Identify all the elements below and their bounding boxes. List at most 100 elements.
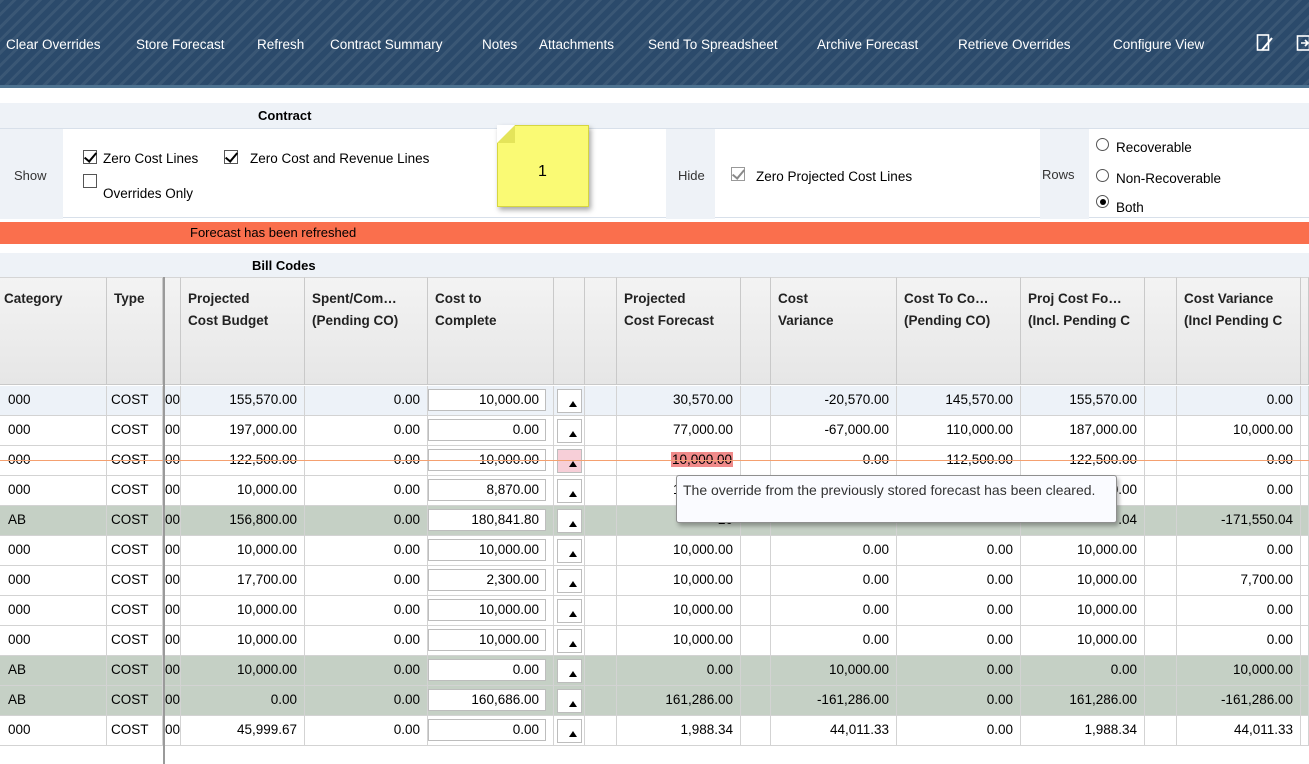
- column-header-blank-2[interactable]: [741, 277, 771, 385]
- cell-cost-to-complete[interactable]: 0.00: [428, 416, 554, 446]
- column-header-projected-cost-budget[interactable]: Projected Cost Budget: [181, 277, 305, 385]
- cell-cost-to-complete[interactable]: 0.00: [428, 716, 554, 746]
- column-header-blank-3[interactable]: [1145, 277, 1177, 385]
- column-header-blank-1[interactable]: [585, 277, 617, 385]
- configure-view-button[interactable]: Configure View: [1113, 37, 1204, 52]
- override-toggle-button[interactable]: [554, 626, 585, 656]
- table-row[interactable]: 000 COST 00 17,700.00 0.00 2,300.00 10,000.00 0…: [0, 566, 1309, 596]
- zero-cost-revenue-lines-checkbox[interactable]: [224, 150, 238, 164]
- zero-projected-cost-lines-checkbox[interactable]: [731, 167, 745, 181]
- override-toggle-button[interactable]: [554, 386, 585, 416]
- hide-label-box: Hide: [666, 129, 715, 219]
- table-row[interactable]: 000 COST 00 10,000.00 0.00 10,000.00 10,000.00…: [0, 536, 1309, 566]
- cell-cost-to-complete[interactable]: 10,000.00: [428, 536, 554, 566]
- cost-to-complete-input[interactable]: 0.00: [428, 659, 546, 681]
- override-toggle-button[interactable]: [554, 536, 585, 566]
- frozen-column-divider[interactable]: [163, 277, 165, 764]
- cell-cost-to-complete[interactable]: 10,000.00: [428, 446, 554, 476]
- column-header-override-action[interactable]: [554, 277, 585, 385]
- cost-to-complete-input[interactable]: 0.00: [428, 419, 546, 441]
- cell-cost-variance: 0.00: [771, 596, 897, 626]
- both-label: Both: [1116, 200, 1144, 215]
- cell-cost-variance-pending: 10,000.00: [1177, 656, 1301, 686]
- both-radio[interactable]: [1096, 195, 1109, 208]
- up-arrow-icon: [569, 491, 577, 497]
- cell-category: 000: [0, 596, 107, 626]
- recoverable-radio[interactable]: [1096, 138, 1109, 151]
- column-header-cost-variance[interactable]: Cost Variance: [771, 277, 897, 385]
- table-row[interactable]: 000 COST 00 45,999.67 0.00 0.00 1,988.34 44,011…: [0, 716, 1309, 746]
- cost-to-complete-input[interactable]: 10,000.00: [428, 539, 546, 561]
- notes-button[interactable]: Notes: [482, 37, 517, 52]
- cost-to-complete-input[interactable]: 10,000.00: [428, 629, 546, 651]
- cell-cost-to-complete[interactable]: 8,870.00: [428, 476, 554, 506]
- cell-cost-to-complete[interactable]: 180,841.80: [428, 506, 554, 536]
- store-forecast-button[interactable]: Store Forecast: [136, 37, 225, 52]
- override-toggle-frame: [557, 389, 582, 413]
- cell-cost-to-complete-pending: 0.00: [897, 626, 1021, 656]
- cell-cost-to-complete[interactable]: 0.00: [428, 656, 554, 686]
- cell-projected-cost-budget: 10,000.00: [181, 596, 305, 626]
- cell-cost-to-complete[interactable]: 10,000.00: [428, 596, 554, 626]
- send-to-spreadsheet-button[interactable]: Send To Spreadsheet: [648, 37, 778, 52]
- column-header-cost-variance-pending[interactable]: Cost Variance (Incl Pending C: [1177, 277, 1301, 385]
- table-row[interactable]: AB COST 00 0.00 0.00 160,686.00 161,286.00 -161…: [0, 686, 1309, 716]
- override-toggle-button[interactable]: [554, 716, 585, 746]
- table-row[interactable]: 000 COST 00 122,500.00 0.00 10,000.00 10,000.0…: [0, 446, 1309, 476]
- override-toggle-button[interactable]: [554, 416, 585, 446]
- table-row[interactable]: 000 COST 00 10,000.00 0.00 10,000.00 10,000.00…: [0, 596, 1309, 626]
- cell-cost-to-complete[interactable]: 10,000.00: [428, 386, 554, 416]
- table-row[interactable]: 000 COST 00 10,000.00 0.00 10,000.00 10,000.00…: [0, 626, 1309, 656]
- cost-to-complete-input[interactable]: 10,000.00: [428, 389, 546, 411]
- column-header-category[interactable]: Category: [0, 277, 107, 385]
- cell-cost-to-complete[interactable]: 10,000.00: [428, 626, 554, 656]
- override-toggle-button[interactable]: [554, 686, 585, 716]
- override-toggle-button[interactable]: [554, 596, 585, 626]
- override-toggle-frame: [557, 719, 582, 743]
- non-recoverable-radio[interactable]: [1096, 169, 1109, 182]
- retrieve-overrides-button[interactable]: Retrieve Overrides: [958, 37, 1071, 52]
- override-toggle-button[interactable]: [554, 446, 585, 476]
- override-toggle-button[interactable]: [554, 566, 585, 596]
- cell-proj-cost-forecast-pending: 10,000.00: [1021, 626, 1145, 656]
- cost-to-complete-input[interactable]: 180,841.80: [428, 509, 546, 531]
- cell-cost-to-complete[interactable]: 160,686.00: [428, 686, 554, 716]
- column-header-proj-cost-forecast-pending[interactable]: Proj Cost Fo… (Incl. Pending C: [1021, 277, 1145, 385]
- table-row[interactable]: 000 COST 00 197,000.00 0.00 0.00 77,000.00 -67,…: [0, 416, 1309, 446]
- cell-cost-to-complete-pending: 0.00: [897, 566, 1021, 596]
- cell-category: AB: [0, 656, 107, 686]
- contract-summary-button[interactable]: Contract Summary: [330, 37, 443, 52]
- cell-blank-2: [741, 686, 771, 716]
- export-icon[interactable]: [1296, 33, 1309, 53]
- column-header-spent-committed[interactable]: Spent/Com… (Pending CO): [305, 277, 428, 385]
- attachments-button[interactable]: Attachments: [539, 37, 614, 52]
- column-header-type[interactable]: Type: [107, 277, 163, 385]
- cost-to-complete-input[interactable]: 0.00: [428, 719, 546, 741]
- overrides-only-checkbox[interactable]: [83, 174, 97, 188]
- cost-to-complete-input[interactable]: 2,300.00: [428, 569, 546, 591]
- cost-to-complete-input[interactable]: 10,000.00: [428, 599, 546, 621]
- column-header-overflow[interactable]: [1301, 277, 1309, 385]
- clear-overrides-button[interactable]: Clear Overrides: [6, 37, 101, 52]
- table-row[interactable]: AB COST 00 10,000.00 0.00 0.00 0.00 10,000.00 0.…: [0, 656, 1309, 686]
- cost-to-complete-input[interactable]: 8,870.00: [428, 479, 546, 501]
- column-header-cost-to-complete[interactable]: Cost to Complete: [428, 277, 554, 385]
- column-header-projected-cost-forecast[interactable]: Projected Cost Forecast: [617, 277, 741, 385]
- column-header-hidden[interactable]: [163, 277, 181, 385]
- cell-proj-cost-forecast-pending: 155,570.00: [1021, 386, 1145, 416]
- archive-forecast-button[interactable]: Archive Forecast: [817, 37, 918, 52]
- override-toggle-button[interactable]: [554, 506, 585, 536]
- cost-to-complete-input[interactable]: 160,686.00: [428, 689, 546, 711]
- cell-cost-to-complete[interactable]: 2,300.00: [428, 566, 554, 596]
- up-arrow-icon: [569, 461, 577, 467]
- table-row[interactable]: 000 COST 00 155,570.00 0.00 10,000.00 30,570.0…: [0, 386, 1309, 416]
- override-toggle-button[interactable]: [554, 476, 585, 506]
- column-header-cost-to-complete-pending[interactable]: Cost To Co… (Pending CO): [897, 277, 1021, 385]
- hide-label: Hide: [678, 168, 705, 183]
- zero-cost-lines-checkbox[interactable]: [83, 150, 97, 164]
- edit-icon[interactable]: [1256, 33, 1274, 53]
- cell-cost-to-complete-pending: 0.00: [897, 656, 1021, 686]
- toolbar: Clear Overrides Store Forecast Refresh C…: [0, 0, 1309, 88]
- override-toggle-button[interactable]: [554, 656, 585, 686]
- refresh-button[interactable]: Refresh: [257, 37, 304, 52]
